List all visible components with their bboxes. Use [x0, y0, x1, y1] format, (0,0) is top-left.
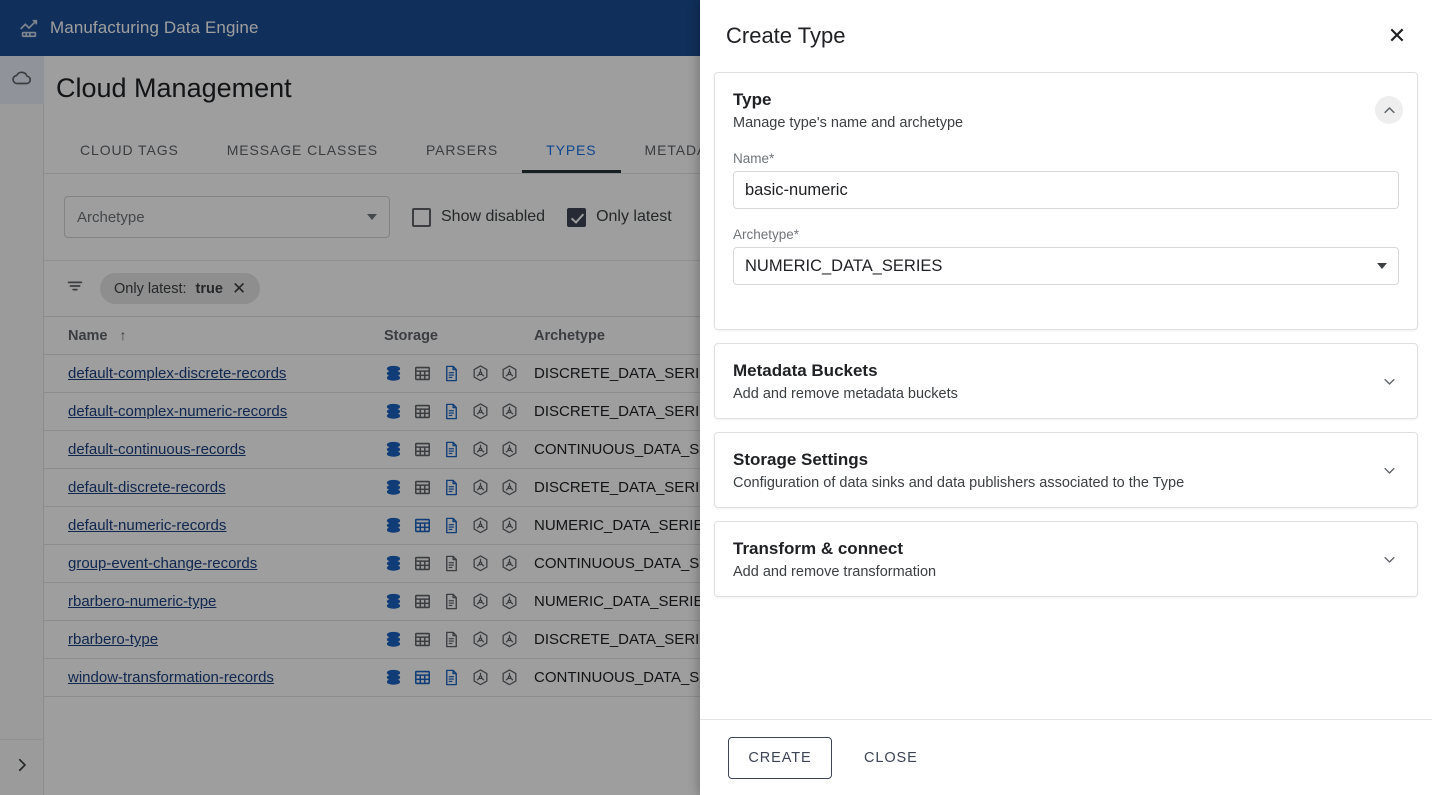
- create-button[interactable]: CREATE: [728, 737, 832, 779]
- required-mark: *: [769, 151, 774, 166]
- close-icon[interactable]: ✕: [1380, 19, 1414, 53]
- section-storage-settings: Storage Settings Configuration of data s…: [714, 432, 1418, 508]
- required-mark-archetype: *: [794, 227, 799, 242]
- section-transform-connect: Transform & connect Add and remove trans…: [714, 521, 1418, 597]
- chevron-up-icon[interactable]: [1375, 96, 1403, 124]
- app-root: Manufacturing Data Engine Cloud Manag: [0, 0, 1432, 795]
- dialog-body: Type Manage type's name and archetype Na…: [700, 72, 1432, 719]
- field-archetype-label: Archetype*: [733, 227, 1399, 242]
- dialog-title: Create Type: [726, 23, 1380, 49]
- field-name-label-text: Name: [733, 151, 769, 166]
- field-name-label: Name*: [733, 151, 1399, 166]
- create-type-dialog: Create Type ✕ Type Manage type's name an…: [700, 0, 1432, 795]
- section-type-title: Type: [733, 89, 1359, 111]
- section-storage-settings-header[interactable]: Storage Settings Configuration of data s…: [715, 433, 1417, 507]
- field-archetype-label-text: Archetype: [733, 227, 794, 242]
- field-name: Name*: [733, 151, 1399, 209]
- section-transform-connect-header[interactable]: Transform & connect Add and remove trans…: [715, 522, 1417, 596]
- section-transform-connect-title: Transform & connect: [733, 538, 1359, 560]
- section-transform-connect-subtitle: Add and remove transformation: [733, 564, 1359, 580]
- archetype-select[interactable]: NUMERIC_DATA_SERIES: [733, 247, 1399, 285]
- chevron-down-icon[interactable]: [1375, 545, 1403, 573]
- section-type: Type Manage type's name and archetype Na…: [714, 72, 1418, 330]
- section-type-subtitle: Manage type's name and archetype: [733, 115, 1359, 131]
- section-storage-settings-subtitle: Configuration of data sinks and data pub…: [733, 475, 1359, 491]
- chevron-down-icon[interactable]: [1375, 456, 1403, 484]
- section-storage-settings-title: Storage Settings: [733, 449, 1359, 471]
- chevron-down-icon[interactable]: [1375, 367, 1403, 395]
- dialog-footer: CREATE CLOSE: [700, 719, 1432, 795]
- section-metadata-buckets: Metadata Buckets Add and remove metadata…: [714, 343, 1418, 419]
- caret-down-icon: [1377, 263, 1387, 269]
- section-metadata-buckets-title: Metadata Buckets: [733, 360, 1359, 382]
- section-type-body: Name* Archetype* NUMERIC_DATA_SERIES: [715, 147, 1417, 329]
- close-button[interactable]: CLOSE: [846, 737, 936, 779]
- archetype-select-value: NUMERIC_DATA_SERIES: [745, 257, 942, 276]
- name-input[interactable]: [733, 171, 1399, 209]
- dialog-header: Create Type ✕: [700, 0, 1432, 72]
- section-metadata-buckets-subtitle: Add and remove metadata buckets: [733, 386, 1359, 402]
- section-type-header[interactable]: Type Manage type's name and archetype: [715, 73, 1417, 147]
- field-archetype: Archetype* NUMERIC_DATA_SERIES: [733, 227, 1399, 285]
- section-metadata-buckets-header[interactable]: Metadata Buckets Add and remove metadata…: [715, 344, 1417, 418]
